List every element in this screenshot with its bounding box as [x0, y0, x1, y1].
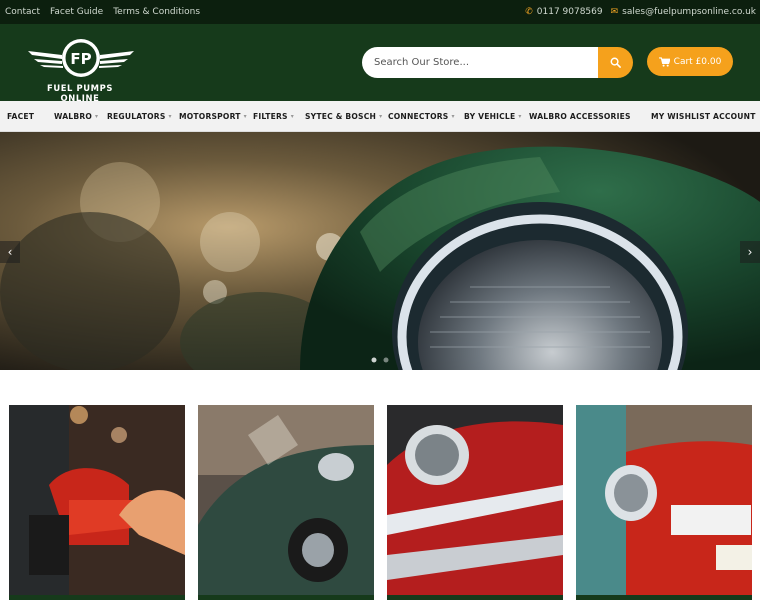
nav-item-walbro[interactable]: WALBRO ▾	[54, 101, 98, 132]
chevron-down-icon: ▾	[379, 113, 383, 120]
nav-label: SYTEC & BOSCH	[305, 112, 377, 121]
hero-slider[interactable]: ‹ ›	[0, 132, 760, 370]
nav-label: ACCOUNT	[713, 112, 756, 121]
chevron-down-icon: ▾	[518, 113, 522, 120]
nav-label: CONNECTORS	[388, 112, 449, 121]
chevron-down-icon: ▾	[243, 113, 247, 120]
tile-bar	[387, 595, 563, 600]
nav-label: WALBRO	[54, 112, 93, 121]
nav-item-wishlist[interactable]: MY WISHLIST	[651, 101, 710, 132]
tile-image-fuel-nozzle	[9, 405, 185, 600]
tile-bar	[198, 595, 374, 600]
nav-label: BY VEHICLE	[464, 112, 516, 121]
site-logo[interactable]: FP FUEL PUMPS ONLINE	[26, 37, 136, 103]
nav-item-filters[interactable]: FILTERS ▾	[253, 101, 294, 132]
category-tiles	[0, 405, 760, 600]
phone-info[interactable]: ✆ 0117 9078569	[525, 7, 602, 17]
logo-monogram: FP	[70, 50, 91, 68]
logo-text: FUEL PUMPS ONLINE	[47, 83, 113, 103]
nav-item-account[interactable]: ACCOUNT	[713, 101, 756, 132]
contact-link[interactable]: Contact	[5, 7, 40, 17]
category-tile-fuel-nozzle[interactable]	[9, 405, 185, 600]
category-tile-vintage-car[interactable]	[198, 405, 374, 600]
search-icon	[610, 57, 621, 68]
nav-label: MOTORSPORT	[179, 112, 241, 121]
chevron-down-icon: ▾	[95, 113, 99, 120]
tile-bar	[9, 595, 185, 600]
nav-label: MY WISHLIST	[651, 112, 711, 121]
phone-number: 0117 9078569	[536, 7, 603, 17]
cart-button[interactable]: Cart £0.00	[647, 47, 733, 76]
slider-prev-button[interactable]: ‹	[0, 241, 20, 263]
tile-bar	[576, 595, 752, 600]
nav-item-motorsport[interactable]: MOTORSPORT ▾	[179, 101, 247, 132]
main-nav: FACET WALBRO ▾ REGULATORS ▾ MOTORSPORT ▾ FI…	[0, 101, 760, 132]
slider-next-button[interactable]: ›	[740, 241, 760, 263]
email-icon: ✉	[610, 7, 619, 17]
logo-emblem: FP	[28, 39, 134, 77]
cart-label: Cart £0.00	[673, 56, 722, 67]
nav-label: REGULATORS	[107, 112, 166, 121]
top-bar: Contact Facet Guide Terms & Conditions ✆…	[0, 0, 760, 24]
chevron-down-icon: ▾	[168, 113, 172, 120]
chevron-left-icon: ‹	[7, 245, 13, 259]
site-header: FP FUEL PUMPS ONLINE Cart £0.00	[0, 24, 760, 103]
nav-item-walbro-accessories[interactable]: WALBRO ACCESSORIES	[529, 101, 631, 132]
nav-label: WALBRO ACCESSORIES	[529, 112, 631, 121]
chevron-right-icon: ›	[747, 245, 753, 259]
nav-label: FILTERS	[253, 112, 288, 121]
category-tile-classic-red-car[interactable]	[387, 405, 563, 600]
tile-image-vintage-car	[198, 405, 374, 600]
email-info[interactable]: ✉ sales@fuelpumpsonline.co.uk	[611, 7, 756, 17]
phone-icon: ✆	[525, 7, 533, 17]
chevron-down-icon: ▾	[451, 113, 455, 120]
search-button[interactable]	[598, 47, 633, 78]
nav-item-regulators[interactable]: REGULATORS ▾	[107, 101, 172, 132]
contact-info: ✆ 0117 9078569 ✉ sales@fuelpumpsonline.c…	[525, 7, 756, 17]
nav-item-connectors[interactable]: CONNECTORS ▾	[388, 101, 455, 132]
nav-item-by-vehicle[interactable]: BY VEHICLE ▾	[464, 101, 522, 132]
email-address: sales@fuelpumpsonline.co.uk	[622, 7, 756, 17]
nav-label: FACET	[7, 112, 35, 121]
cart-icon	[658, 56, 670, 67]
facet-guide-link[interactable]: Facet Guide	[50, 7, 103, 17]
chevron-down-icon: ▾	[290, 113, 294, 120]
hero-image-car-headlight	[0, 132, 760, 370]
nav-item-sytec-bosch[interactable]: SYTEC & BOSCH ▾	[305, 101, 382, 132]
search-input[interactable]	[362, 47, 598, 78]
tile-image-classic-red-car	[387, 405, 563, 600]
nav-item-facet[interactable]: FACET	[7, 101, 34, 132]
terms-link[interactable]: Terms & Conditions	[113, 7, 200, 17]
top-links: Contact Facet Guide Terms & Conditions	[5, 7, 200, 17]
category-tile-mini-car[interactable]	[576, 405, 752, 600]
tile-image-mini-car	[576, 405, 752, 600]
search-bar	[362, 47, 633, 78]
